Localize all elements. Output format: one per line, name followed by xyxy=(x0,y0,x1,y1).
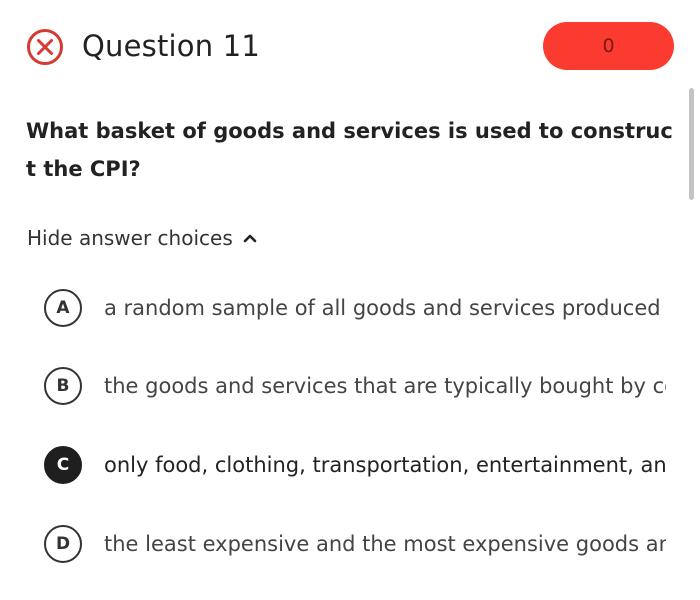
toggle-label: Hide answer choices xyxy=(27,226,233,250)
choice-letter-badge: A xyxy=(44,289,82,327)
choice-text: a random sample of all goods and service… xyxy=(104,296,661,320)
choice-text: the goods and services that are typicall… xyxy=(104,374,666,398)
question-title: Question 11 xyxy=(82,29,261,63)
x-circle-icon xyxy=(27,29,63,65)
choice-b[interactable]: B the goods and services that are typica… xyxy=(44,366,684,406)
hide-answer-choices-toggle[interactable]: Hide answer choices xyxy=(27,226,257,250)
choice-a[interactable]: A a random sample of all goods and servi… xyxy=(44,288,684,328)
choice-c[interactable]: C only food, clothing, transportation, e… xyxy=(44,445,684,485)
choice-letter-badge: B xyxy=(44,367,82,405)
chevron-up-icon xyxy=(243,234,257,243)
choice-letter-badge: D xyxy=(44,525,82,563)
scrollbar[interactable] xyxy=(689,88,694,200)
choice-text: the least expensive and the most expensi… xyxy=(104,532,666,556)
score-badge: 0 xyxy=(543,22,674,70)
question-header: Question 11 0 xyxy=(0,0,700,95)
choice-d[interactable]: D the least expensive and the most expen… xyxy=(44,524,684,564)
choice-letter-badge: C xyxy=(44,446,82,484)
choice-text: only food, clothing, transportation, ent… xyxy=(104,453,666,477)
question-page: Question 11 0 What basket of goods and s… xyxy=(0,0,700,600)
question-text: What basket of goods and services is use… xyxy=(26,119,673,181)
